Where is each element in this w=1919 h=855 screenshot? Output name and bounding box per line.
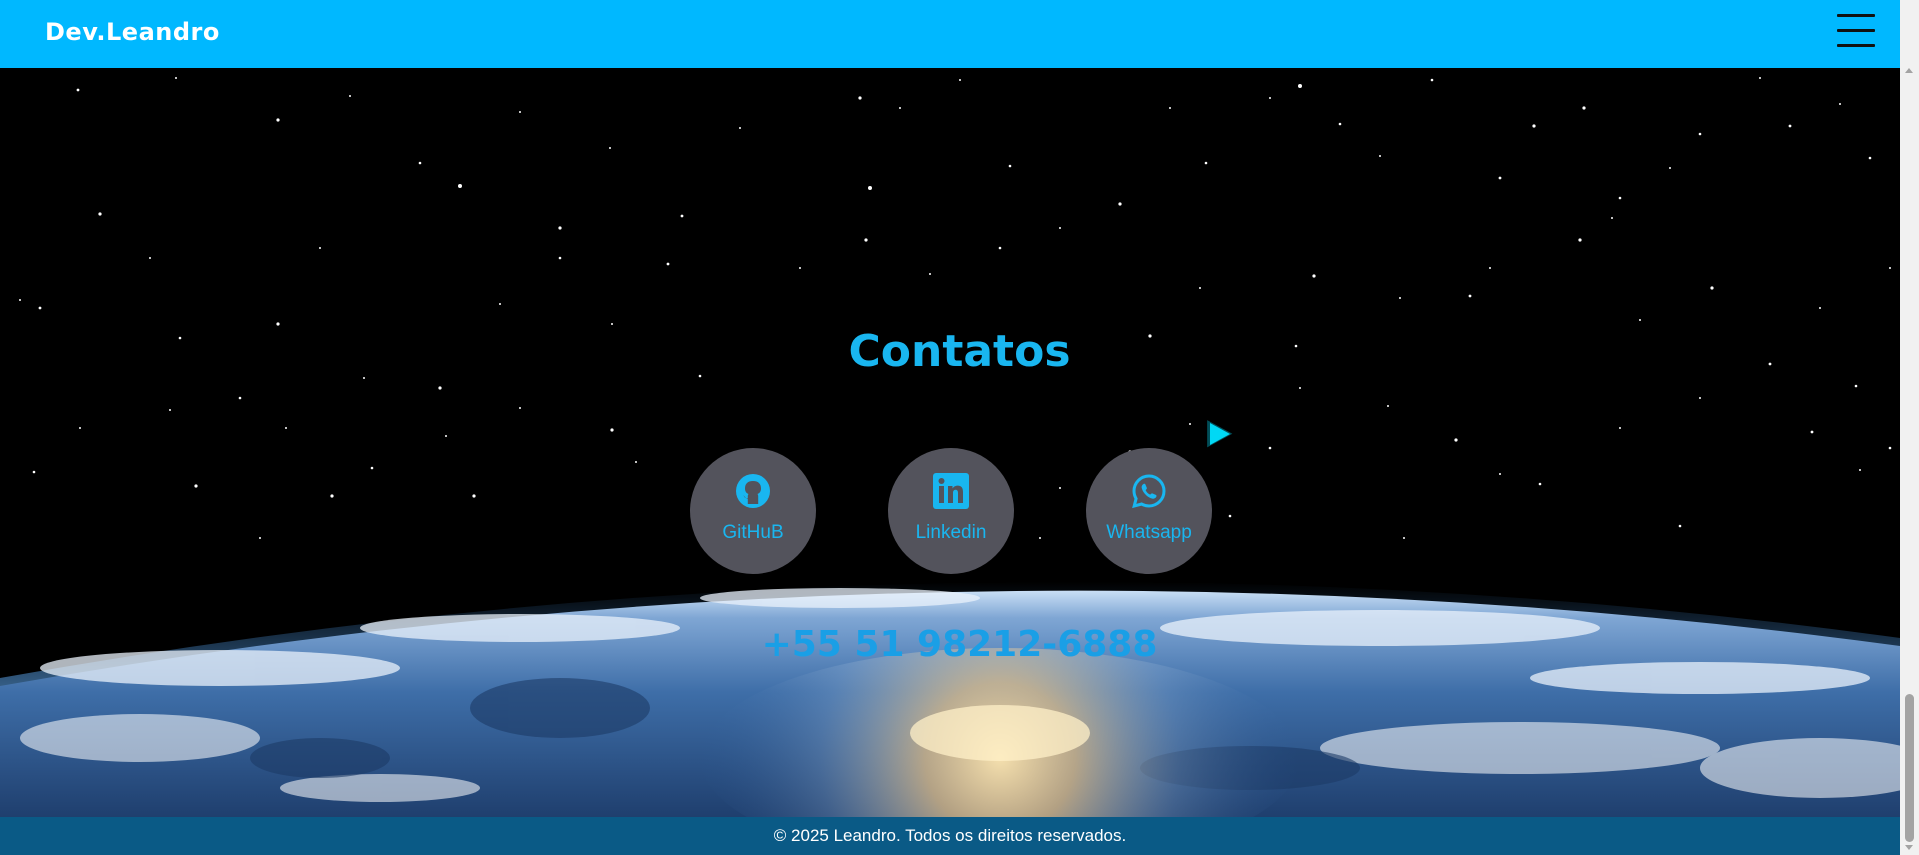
hamburger-bar bbox=[1837, 44, 1875, 47]
vertical-scrollbar[interactable] bbox=[1900, 0, 1919, 855]
footer: © 2025 Leandro. Todos os direitos reserv… bbox=[0, 817, 1900, 855]
top-navbar: Dev.Leandro bbox=[0, 0, 1900, 68]
scrollbar-thumb[interactable] bbox=[1905, 694, 1914, 842]
hamburger-bar bbox=[1837, 14, 1875, 17]
whatsapp-button[interactable]: Whatsapp bbox=[1086, 448, 1212, 574]
hamburger-bar bbox=[1837, 29, 1875, 32]
copyright-text: © 2025 Leandro. Todos os direitos reserv… bbox=[773, 826, 1127, 845]
github-icon bbox=[736, 474, 770, 508]
brand-logo[interactable]: Dev.Leandro bbox=[45, 14, 220, 50]
phone-number[interactable]: +55 51 98212-6888 bbox=[0, 624, 1900, 665]
linkedin-icon bbox=[933, 473, 969, 509]
scroll-down-arrow-icon[interactable] bbox=[1905, 845, 1913, 850]
contact-section bbox=[0, 68, 1900, 817]
github-button[interactable]: GitHuB bbox=[690, 448, 816, 574]
earth-space-background bbox=[0, 68, 1900, 817]
section-title: Contatos bbox=[848, 326, 1071, 377]
whatsapp-label: Whatsapp bbox=[1106, 522, 1192, 543]
scroll-up-arrow-icon[interactable] bbox=[1905, 68, 1913, 73]
linkedin-label: Linkedin bbox=[915, 522, 987, 543]
github-label: GitHuB bbox=[722, 522, 784, 543]
whatsapp-icon bbox=[1132, 474, 1166, 509]
play-cursor-icon bbox=[1207, 420, 1233, 448]
hamburger-menu-icon[interactable] bbox=[1837, 14, 1875, 48]
linkedin-button[interactable]: Linkedin bbox=[888, 448, 1014, 574]
page: Dev.Leandro Contatos GitHuB Linkedin Wha… bbox=[0, 0, 1900, 855]
